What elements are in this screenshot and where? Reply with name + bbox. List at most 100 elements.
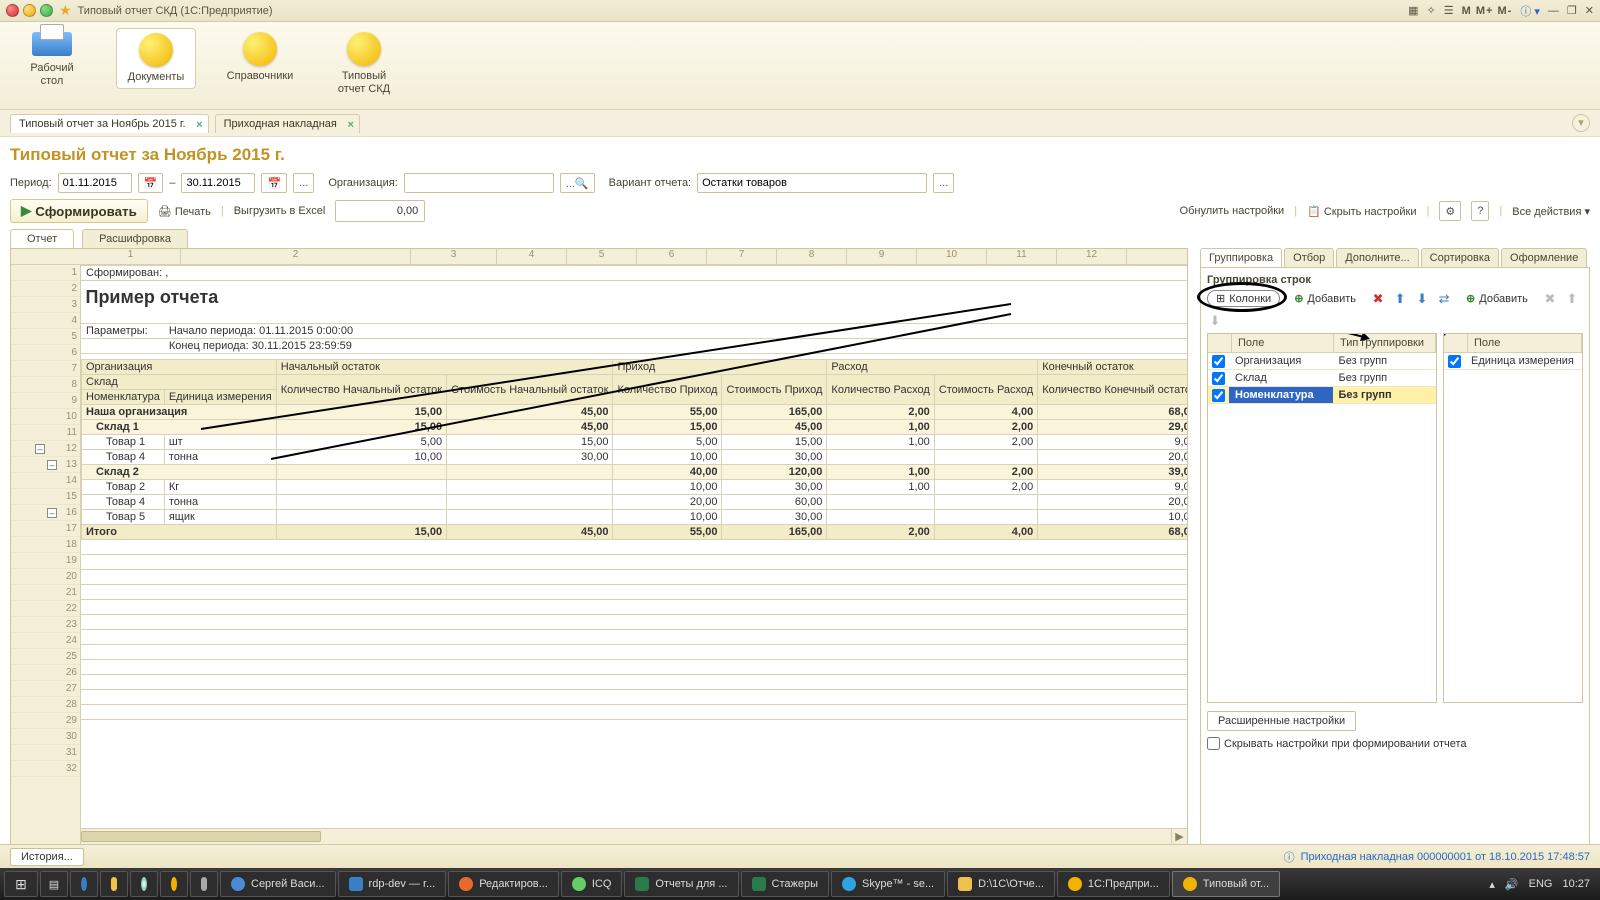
columns-button[interactable]: ⊞ Колонки bbox=[1207, 290, 1280, 307]
table-row: Наша организация15,0045,0055,00165,002,0… bbox=[82, 405, 1188, 420]
favorite-icon[interactable]: ★ bbox=[59, 2, 72, 19]
table-row[interactable]: СкладБез групп bbox=[1208, 370, 1436, 387]
toolbar-icon[interactable]: ▦ bbox=[1408, 4, 1418, 17]
orb-icon bbox=[139, 33, 173, 67]
col-header: Начальный остаток bbox=[276, 360, 613, 375]
row-checkbox[interactable] bbox=[1448, 355, 1461, 368]
period-from-input[interactable] bbox=[58, 173, 132, 193]
task-view-icon[interactable]: ▤ bbox=[40, 871, 68, 897]
taskbar-item[interactable]: Редактиров... bbox=[448, 871, 559, 897]
hide-settings-link[interactable]: 📋 Скрыть настройки bbox=[1307, 205, 1416, 218]
settings-tab-extra[interactable]: Дополните... bbox=[1336, 248, 1418, 267]
org-input[interactable] bbox=[404, 173, 554, 193]
restore-icon[interactable]: ❐ bbox=[1567, 4, 1577, 17]
settings-tab-filter[interactable]: Отбор bbox=[1284, 248, 1334, 267]
move-up-icon[interactable]: ⬆ bbox=[1392, 291, 1408, 307]
row-checkbox[interactable] bbox=[1212, 372, 1225, 385]
advanced-settings-button[interactable]: Расширенные настройки bbox=[1207, 711, 1356, 731]
language-indicator[interactable]: ENG bbox=[1529, 878, 1553, 890]
ribbon-report[interactable]: Типовый отчет СКД bbox=[324, 28, 404, 99]
minimize-icon[interactable]: — bbox=[1548, 5, 1559, 17]
window-maximize-icon[interactable] bbox=[40, 4, 53, 17]
scroll-thumb[interactable] bbox=[81, 831, 321, 842]
onec-icon[interactable] bbox=[160, 871, 188, 897]
sheet-tab-detail[interactable]: Расшифровка bbox=[82, 229, 188, 248]
period-picker-button[interactable]: ... bbox=[293, 173, 314, 193]
period-to-input[interactable] bbox=[181, 173, 255, 193]
tabs-expand-icon[interactable]: ▾ bbox=[1572, 114, 1590, 132]
toolbar-icon[interactable]: ✧ bbox=[1427, 4, 1436, 17]
taskbar-item[interactable]: rdp-dev — r... bbox=[338, 871, 447, 897]
history-button[interactable]: История... bbox=[10, 848, 84, 866]
sheet-tab-report[interactable]: Отчет bbox=[10, 229, 74, 248]
table-row[interactable]: ОрганизацияБез групп bbox=[1208, 353, 1436, 370]
ribbon-desktop[interactable]: Рабочий стол bbox=[12, 28, 92, 91]
reset-settings-link[interactable]: Обнулить настройки bbox=[1180, 205, 1285, 217]
ribbon-documents[interactable]: Документы bbox=[116, 28, 196, 89]
tab-report[interactable]: Типовый отчет за Ноябрь 2015 г. × bbox=[10, 114, 209, 133]
horizontal-scrollbar[interactable]: ▶ bbox=[81, 828, 1187, 844]
move-down-icon[interactable]: ⬇ bbox=[1207, 313, 1223, 329]
add-row-button[interactable]: ⊕ Добавить bbox=[1286, 291, 1364, 306]
calendar-icon[interactable]: 📅 bbox=[138, 173, 164, 193]
hide-on-run-checkbox[interactable]: Скрывать настройки при формировании отче… bbox=[1207, 737, 1583, 750]
transfer-icon[interactable]: ⇄ bbox=[1436, 291, 1452, 307]
taskbar-item[interactable]: Сергей Васи... bbox=[220, 871, 336, 897]
window-minimize-icon[interactable] bbox=[23, 4, 36, 17]
add-col-button[interactable]: ⊕ Добавить bbox=[1458, 291, 1536, 306]
memory-indicator[interactable]: M M+ M- bbox=[1462, 5, 1513, 17]
close-icon[interactable]: ✕ bbox=[1585, 4, 1594, 17]
delete-icon[interactable]: ✖ bbox=[1542, 291, 1558, 307]
taskbar-item[interactable]: Отчеты для ... bbox=[624, 871, 738, 897]
volume-icon[interactable]: 🔊 bbox=[1505, 878, 1519, 891]
settings-tab-sort[interactable]: Сортировка bbox=[1421, 248, 1499, 267]
variant-picker-button[interactable]: ... bbox=[933, 173, 954, 193]
print-link[interactable]: 🖨 Печать bbox=[158, 205, 211, 218]
app-icon[interactable] bbox=[190, 871, 218, 897]
ie-icon[interactable] bbox=[70, 871, 98, 897]
row-checkbox[interactable] bbox=[1212, 355, 1225, 368]
run-button[interactable]: ▶Сформировать bbox=[10, 199, 148, 223]
move-down-icon[interactable]: ⬇ bbox=[1414, 291, 1430, 307]
move-up-icon[interactable]: ⬆ bbox=[1564, 291, 1580, 307]
settings-tab-style[interactable]: Оформление bbox=[1501, 248, 1587, 267]
tray-expand-icon[interactable]: ▴ bbox=[1489, 878, 1495, 891]
settings-icon[interactable]: ⚙ bbox=[1439, 201, 1461, 221]
org-picker-button[interactable]: ...🔍 bbox=[560, 173, 595, 193]
taskbar-item[interactable]: ICQ bbox=[561, 871, 623, 897]
close-icon[interactable]: × bbox=[347, 119, 353, 131]
export-link[interactable]: Выгрузить в Excel bbox=[234, 205, 326, 217]
taskbar-item[interactable]: Стажеры bbox=[741, 871, 829, 897]
table-row[interactable]: Единица измерения bbox=[1444, 353, 1582, 370]
system-tray[interactable]: ▴ 🔊 ENG 10:27 bbox=[1489, 878, 1596, 891]
delete-icon[interactable]: ✖ bbox=[1370, 291, 1386, 307]
toolbar-icon[interactable]: ☰ bbox=[1444, 4, 1454, 17]
tab-invoice[interactable]: Приходная накладная × bbox=[215, 114, 360, 133]
scroll-right-icon[interactable]: ▶ bbox=[1171, 829, 1187, 844]
clock[interactable]: 10:27 bbox=[1562, 878, 1590, 890]
help-icon[interactable]: ? bbox=[1471, 201, 1489, 221]
ribbon-refs[interactable]: Справочники bbox=[220, 28, 300, 87]
grid-viewport[interactable]: Сформирован: , Пример отчета Параметры:Н… bbox=[81, 265, 1187, 844]
settings-tab-group[interactable]: Группировка bbox=[1200, 248, 1282, 267]
status-hint[interactable]: ⓘ Приходная накладная 000000001 от 18.10… bbox=[1284, 849, 1590, 865]
chrome-icon[interactable] bbox=[130, 871, 158, 897]
table-row[interactable]: НоменклатураБез групп bbox=[1208, 387, 1436, 404]
help-icon[interactable]: ⓘ ▾ bbox=[1520, 3, 1540, 19]
taskbar-item[interactable]: Skype™ - se... bbox=[831, 871, 945, 897]
variant-label: Вариант отчета: bbox=[609, 177, 692, 189]
close-icon[interactable]: × bbox=[196, 119, 202, 131]
row-checkbox[interactable] bbox=[1212, 389, 1225, 402]
explorer-icon[interactable] bbox=[100, 871, 128, 897]
spreadsheet[interactable]: 123456789101112 123456789101112–13–14151… bbox=[10, 248, 1188, 845]
variant-input[interactable] bbox=[697, 173, 927, 193]
group-cols-table[interactable]: Поле Единица измерения bbox=[1443, 333, 1583, 703]
start-button[interactable]: ⊞ bbox=[4, 871, 38, 897]
taskbar-item[interactable]: D:\1C\Отче... bbox=[947, 871, 1055, 897]
group-rows-table[interactable]: ПолеТип группировки ОрганизацияБез групп… bbox=[1207, 333, 1437, 703]
window-close-icon[interactable] bbox=[6, 4, 19, 17]
taskbar-item[interactable]: 1С:Предпри... bbox=[1057, 871, 1170, 897]
taskbar-item[interactable]: Типовый от... bbox=[1172, 871, 1280, 897]
all-actions-link[interactable]: Все действия ▾ bbox=[1512, 205, 1590, 218]
calendar-icon[interactable]: 📅 bbox=[261, 173, 287, 193]
